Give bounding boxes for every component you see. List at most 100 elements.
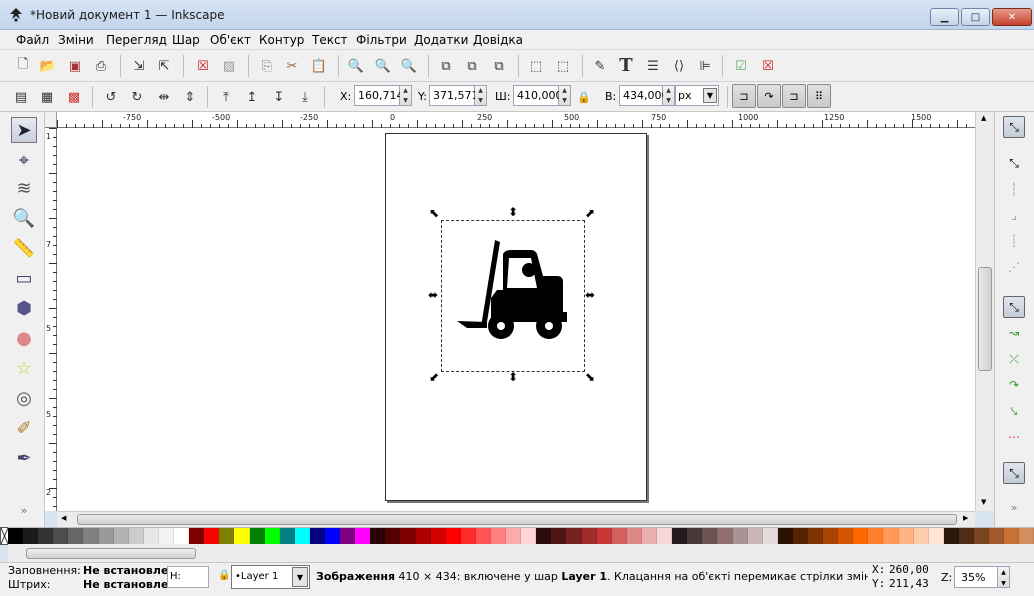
color-swatch[interactable] [823,528,839,544]
height-field[interactable]: 434,000 [619,85,669,106]
rotate-cw-icon[interactable]: ↻ [128,88,146,106]
select-all-icon[interactable]: ▤ [12,88,30,106]
menu-path[interactable]: Контур [259,33,304,47]
color-swatch[interactable] [883,528,899,544]
snap-bbox-corner-icon[interactable]: ⌟ [1003,204,1025,226]
clone-icon[interactable]: ⧉ [463,57,481,75]
open-icon[interactable]: 📂 [39,57,57,75]
pen-icon[interactable]: ✒ [11,445,37,471]
color-swatch[interactable] [551,528,567,544]
rectangle-icon[interactable]: ▭ [11,265,37,291]
color-swatch[interactable] [234,528,250,544]
scale-handle-nw[interactable]: ⬉ [429,206,439,220]
minimize-button[interactable]: ▁ [930,8,959,26]
text-font-icon[interactable]: T [617,55,635,76]
zoom-page-icon[interactable]: 🔍 [400,57,418,75]
color-swatch[interactable] [143,528,159,544]
node-icon[interactable]: ⌖ [11,147,37,173]
color-swatch[interactable] [340,528,356,544]
color-swatch[interactable] [158,528,175,544]
scroll-left-icon[interactable]: ◀ [61,514,66,522]
snap-bbox-edge-icon[interactable]: ┆ [1003,178,1025,200]
lower-to-bottom-icon[interactable]: ⤓ [296,88,314,106]
menu-text[interactable]: Текст [312,33,348,47]
color-swatch[interactable] [83,528,99,544]
color-swatch[interactable] [943,528,959,544]
color-swatch[interactable] [400,528,416,544]
color-swatch[interactable] [98,528,114,544]
document-properties-icon[interactable]: ☒ [759,57,777,75]
zoom-drawing-icon[interactable]: 🔍 [374,57,392,75]
color-swatch[interactable] [974,528,990,544]
color-swatch[interactable] [174,528,190,544]
color-swatch[interactable] [958,528,974,544]
xml-editor-icon[interactable]: ⟨⟩ [670,57,688,75]
unit-select[interactable]: px ▼ [675,85,719,106]
scroll-right-icon[interactable]: ▶ [963,514,968,522]
menu-file[interactable]: Файл [16,33,49,47]
color-swatch[interactable] [491,528,507,544]
color-swatch[interactable] [8,528,24,544]
width-stepper[interactable]: ▲ ▼ [559,85,571,106]
maximize-button[interactable]: □ [961,8,990,26]
rotate-ccw-icon[interactable]: ↺ [102,88,120,106]
color-swatch[interactable] [717,528,733,544]
color-swatch[interactable] [370,528,386,544]
color-swatch[interactable] [309,528,325,544]
3d-box-icon[interactable]: ⬢ [11,295,37,321]
color-swatch[interactable] [807,528,824,544]
y-field[interactable]: 371,571 [429,85,479,106]
color-swatch[interactable] [581,528,597,544]
x-field[interactable]: 160,714 [354,85,404,106]
menu-edit[interactable]: Зміни [58,33,94,47]
color-swatch[interactable] [868,528,884,544]
export-icon[interactable]: ⇱ [155,57,173,75]
color-swatch[interactable] [113,528,129,544]
star-icon[interactable]: ☆ [11,355,37,381]
spiral-icon[interactable]: ◎ [11,385,37,411]
color-swatch[interactable] [38,528,54,544]
snap-midpoints-icon[interactable]: ⋯ [1003,426,1025,448]
paste-icon[interactable]: 📋 [310,57,328,75]
select-all-layers-icon[interactable]: ▦ [38,88,56,106]
menu-object[interactable]: Об'єкт [210,33,251,47]
zoom-field[interactable]: 35% [954,566,998,588]
selector-icon[interactable]: ➤ [11,117,37,143]
color-swatch[interactable] [23,528,39,544]
color-swatch[interactable] [928,528,944,544]
align-icon[interactable]: ⊫ [696,57,714,75]
color-swatch[interactable] [853,528,869,544]
width-field[interactable]: 410,000 [513,85,563,106]
menu-filters[interactable]: Фільтри [356,33,407,47]
layer-lock-icon[interactable]: 🔒 [218,570,230,581]
scale-handle-se[interactable]: ⬊ [585,370,595,384]
menu-extensions[interactable]: Додатки [414,33,468,47]
transform-patterns-toggle[interactable]: ⠿ [807,84,831,108]
color-swatch[interactable] [249,528,265,544]
import-icon[interactable]: ⇲ [130,57,148,75]
color-swatch[interactable] [672,528,688,544]
horizontal-scrollbar[interactable]: ◀ ▶ [57,511,975,527]
color-swatch[interactable] [1004,528,1020,544]
snap-path-icon[interactable]: ↝ [1003,322,1025,344]
color-swatch[interactable] [355,528,371,544]
snap-nodes-icon[interactable]: ⤡ [1003,296,1025,318]
color-swatch[interactable] [219,528,235,544]
vertical-scroll-thumb[interactable] [978,267,992,371]
color-swatch[interactable] [702,528,718,544]
snap-enable-icon[interactable]: ⤡ [1003,116,1025,138]
snap-bbox-icon[interactable]: ⤡ [1003,152,1025,174]
snap-smooth-nodes-icon[interactable]: ⤥ [1003,400,1025,422]
ungroup-icon[interactable]: ⬚ [554,57,572,75]
color-swatch[interactable] [68,528,84,544]
save-icon[interactable]: ▣ [66,57,84,75]
zoom-selection-icon[interactable]: 🔍 [347,57,365,75]
snap-bbox-center-icon[interactable]: ⋰ [1003,256,1025,278]
color-swatch[interactable] [657,528,673,544]
close-button[interactable]: ✕ [992,8,1032,26]
raise-to-top-icon[interactable]: ⤒ [217,88,235,106]
color-swatch[interactable] [415,528,431,544]
scale-handle-e[interactable]: ⬌ [585,288,595,302]
group-icon[interactable]: ⬚ [527,57,545,75]
y-stepper[interactable]: ▲ ▼ [475,85,487,106]
